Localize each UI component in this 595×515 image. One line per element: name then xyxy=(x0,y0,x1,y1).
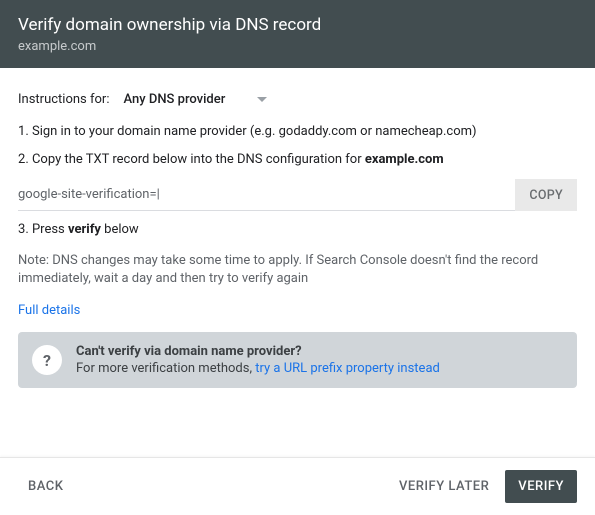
question-icon: ? xyxy=(32,345,62,375)
dialog-title: Verify domain ownership via DNS record xyxy=(18,15,577,35)
chevron-down-icon xyxy=(257,97,267,102)
verify-button[interactable]: VERIFY xyxy=(505,470,577,503)
txt-record-row: COPY xyxy=(18,179,577,211)
instructions-label: Instructions for: xyxy=(18,92,109,107)
step-3: Press verify below xyxy=(18,221,577,239)
help-title: Can't verify via domain name provider? xyxy=(76,344,440,359)
step-2-text: Copy the TXT record below into the DNS c… xyxy=(32,152,365,167)
dns-provider-selected: Any DNS provider xyxy=(123,92,225,107)
dialog-header: Verify domain ownership via DNS record e… xyxy=(0,0,595,68)
instructions-row: Instructions for: Any DNS provider xyxy=(18,92,577,107)
step-3-suffix: below xyxy=(101,222,139,237)
footer-right: VERIFY LATER VERIFY xyxy=(389,470,577,503)
dns-provider-dropdown[interactable]: Any DNS provider xyxy=(123,92,267,107)
steps-list: Sign in to your domain name provider (e.… xyxy=(18,123,577,169)
steps-list-2: Press verify below xyxy=(18,221,577,239)
help-text: Can't verify via domain name provider? F… xyxy=(76,344,440,376)
dialog-domain: example.com xyxy=(18,39,577,54)
help-sub-prefix: For more verification methods, xyxy=(76,361,255,376)
step-2-domain: example.com xyxy=(365,152,444,167)
back-button[interactable]: BACK xyxy=(18,471,73,502)
step-2: Copy the TXT record below into the DNS c… xyxy=(18,151,577,169)
verify-later-button[interactable]: VERIFY LATER xyxy=(389,471,499,502)
dialog-content: Instructions for: Any DNS provider Sign … xyxy=(0,68,595,400)
dns-note: Note: DNS changes may take some time to … xyxy=(18,252,577,290)
step-1: Sign in to your domain name provider (e.… xyxy=(18,123,577,141)
help-box: ? Can't verify via domain name provider?… xyxy=(18,332,577,388)
url-prefix-link[interactable]: try a URL prefix property instead xyxy=(255,361,440,376)
full-details-link[interactable]: Full details xyxy=(18,303,80,318)
txt-record-input[interactable] xyxy=(18,179,515,211)
help-subtitle: For more verification methods, try a URL… xyxy=(76,361,440,376)
dialog-footer: BACK VERIFY LATER VERIFY xyxy=(0,457,595,515)
step-3-verify: verify xyxy=(68,222,101,237)
step-3-prefix: Press xyxy=(32,222,68,237)
copy-button[interactable]: COPY xyxy=(515,179,577,211)
